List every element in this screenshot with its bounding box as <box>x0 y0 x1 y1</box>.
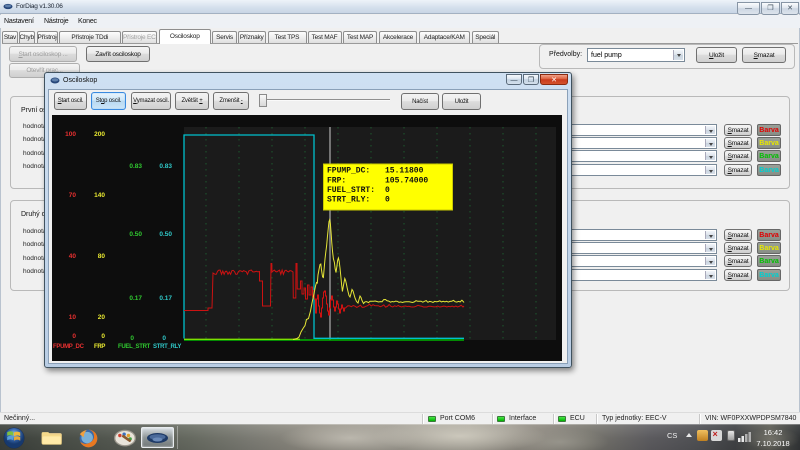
svg-text:FRP:: FRP: <box>327 177 346 186</box>
svg-text:FPUMP_DC:: FPUMP_DC: <box>327 167 370 176</box>
svg-text:STRT_RLY:: STRT_RLY: <box>327 196 370 205</box>
svg-text:FUEL_STRT:: FUEL_STRT: <box>327 186 375 195</box>
svg-text:0: 0 <box>385 186 390 195</box>
svg-text:105.74000: 105.74000 <box>385 177 428 186</box>
svg-text:0: 0 <box>385 196 390 205</box>
svg-text:15.11800: 15.11800 <box>385 167 424 176</box>
